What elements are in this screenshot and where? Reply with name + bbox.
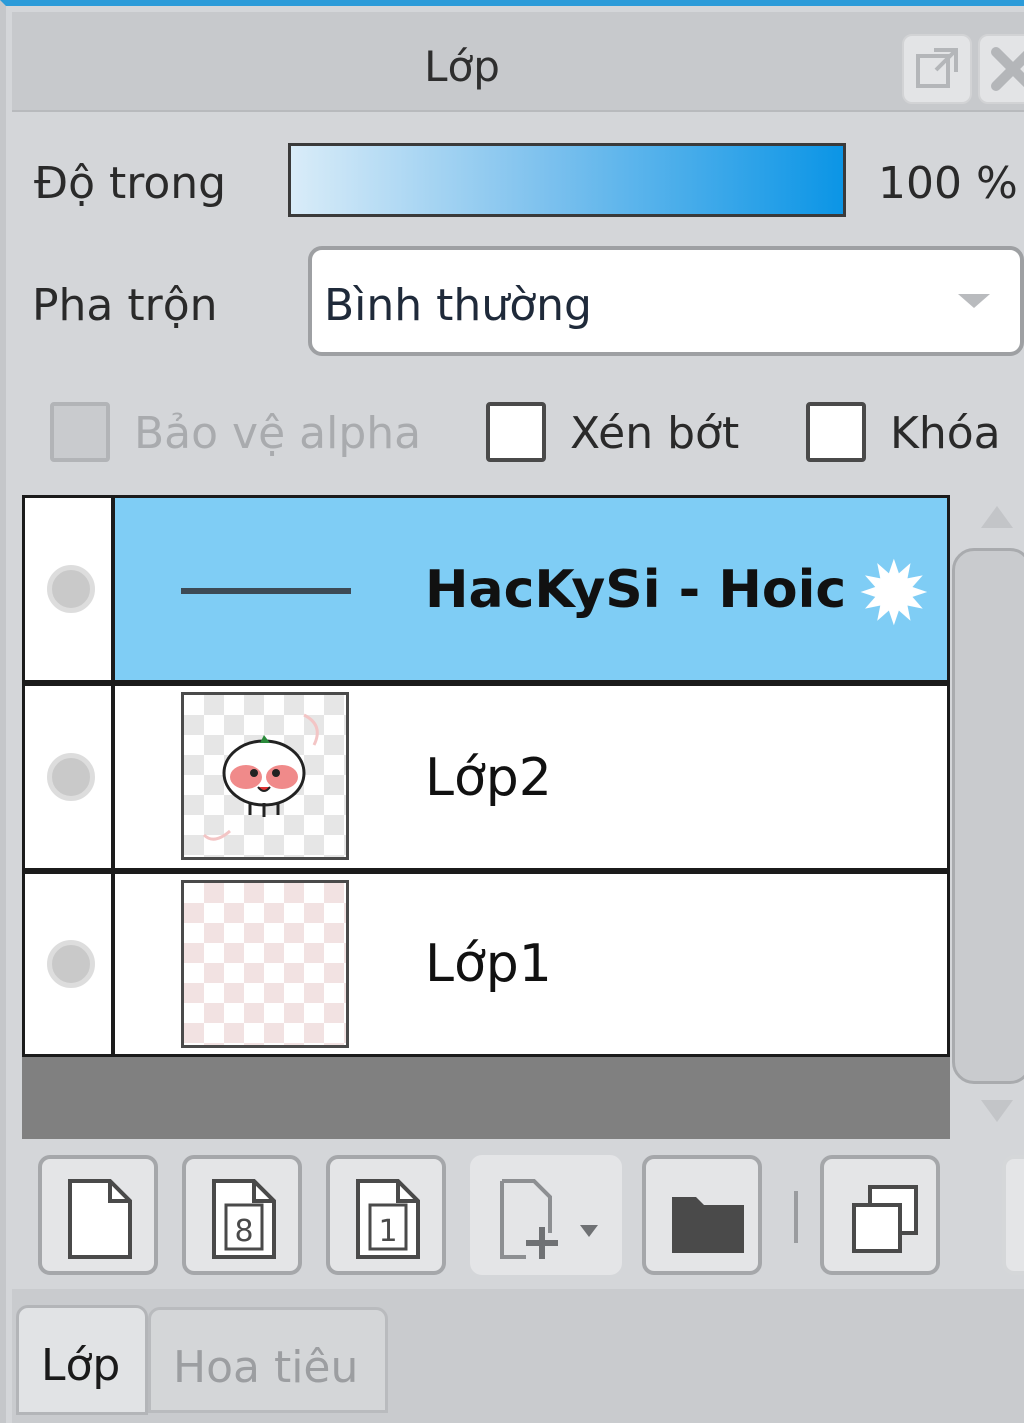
lock-checkbox[interactable] bbox=[806, 402, 866, 462]
new-1bit-layer-icon: 1 bbox=[356, 1179, 420, 1259]
close-button[interactable] bbox=[978, 34, 1024, 104]
duplicate-layer-icon bbox=[852, 1185, 918, 1253]
layer-name: Lớp2 bbox=[425, 748, 552, 808]
toolbar-more-button[interactable] bbox=[1002, 1155, 1024, 1275]
blend-mode-value: Bình thường bbox=[324, 280, 592, 331]
lock-label: Khóa bbox=[890, 408, 1001, 459]
visibility-toggle[interactable] bbox=[25, 498, 115, 680]
new-layer-icon bbox=[68, 1179, 132, 1259]
add-layer-dropdown-icon bbox=[500, 1179, 598, 1259]
visibility-toggle[interactable] bbox=[25, 686, 115, 868]
tab-navigator[interactable]: Hoa tiêu bbox=[148, 1307, 388, 1413]
layer-thumbnail bbox=[181, 692, 349, 860]
opacity-label: Độ trong bbox=[34, 158, 227, 209]
new-layer-button[interactable] bbox=[38, 1155, 158, 1275]
protect-alpha-label: Bảo vệ alpha bbox=[134, 408, 422, 459]
layers-panel: Lớp Độ trong 100 % Pha trộn Bình thường … bbox=[0, 0, 1024, 1423]
tab-label: Lớp bbox=[41, 1340, 121, 1391]
panel-title: Lớp bbox=[424, 42, 500, 91]
new-folder-icon bbox=[672, 1197, 744, 1253]
svg-text:1: 1 bbox=[378, 1214, 397, 1249]
toolbar-separator bbox=[794, 1191, 798, 1243]
popout-button[interactable] bbox=[902, 34, 972, 104]
chevron-down-icon bbox=[958, 294, 990, 308]
visibility-dot-icon bbox=[47, 753, 95, 801]
add-layer-dropdown-button[interactable] bbox=[470, 1155, 622, 1275]
layer-row[interactable]: Lớp2 bbox=[22, 683, 950, 871]
new-8bit-layer-icon: 8 bbox=[212, 1179, 276, 1259]
layer-row-folder[interactable]: HacKySi - Hoic ✹ bbox=[22, 495, 950, 683]
gear-icon[interactable]: ✹ bbox=[857, 550, 931, 638]
tab-label: Hoa tiêu bbox=[173, 1342, 359, 1393]
visibility-dot-icon bbox=[47, 940, 95, 988]
new-8bit-layer-button[interactable]: 8 bbox=[182, 1155, 302, 1275]
visibility-dot-icon bbox=[47, 565, 95, 613]
clip-label: Xén bớt bbox=[570, 408, 740, 459]
panel-title-bar[interactable]: Lớp bbox=[12, 12, 1024, 112]
blend-mode-dropdown[interactable]: Bình thường bbox=[308, 246, 1024, 356]
blend-label: Pha trộn bbox=[32, 280, 218, 331]
layer-toolbar: 8 1 bbox=[12, 1139, 1024, 1289]
protect-alpha-checkbox[interactable] bbox=[50, 402, 110, 462]
visibility-toggle[interactable] bbox=[25, 874, 115, 1054]
folder-line-icon bbox=[181, 588, 351, 594]
scroll-up-icon[interactable] bbox=[981, 506, 1013, 528]
scrollbar-thumb[interactable] bbox=[952, 548, 1024, 1084]
layer-thumbnail bbox=[181, 880, 349, 1048]
duplicate-layer-button[interactable] bbox=[820, 1155, 940, 1275]
new-1bit-layer-button[interactable]: 1 bbox=[326, 1155, 446, 1275]
layer-name: Lớp1 bbox=[425, 934, 552, 994]
clip-checkbox[interactable] bbox=[486, 402, 546, 462]
new-folder-button[interactable] bbox=[642, 1155, 762, 1275]
popout-icon bbox=[916, 48, 958, 88]
layer-row[interactable]: Lớp1 bbox=[22, 871, 950, 1057]
svg-text:8: 8 bbox=[234, 1214, 253, 1249]
tab-layers[interactable]: Lớp bbox=[16, 1305, 148, 1415]
opacity-value: 100 % bbox=[878, 158, 1018, 209]
opacity-slider[interactable] bbox=[288, 143, 846, 217]
scroll-down-icon[interactable] bbox=[981, 1100, 1013, 1122]
panel-tabs: Lớp Hoa tiêu bbox=[12, 1289, 1024, 1423]
layer-list: HacKySi - Hoic ✹ Lớp2 Lớp1 bbox=[22, 495, 950, 1139]
close-icon bbox=[991, 47, 1024, 91]
